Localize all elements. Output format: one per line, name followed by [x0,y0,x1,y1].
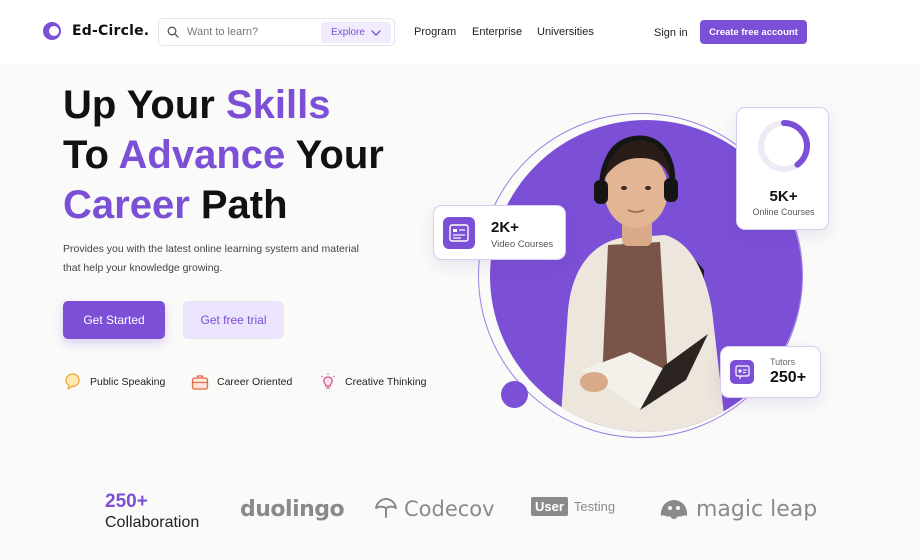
video-courses-count: 2K+ [491,219,519,236]
online-courses-card: 5K+ Online Courses [736,107,829,230]
search-bar: Explore [158,18,395,46]
feature-creative-thinking: Creative Thinking [318,372,427,392]
partner-logo-usertesting: User Testing [531,497,615,516]
online-courses-count: 5K+ [769,188,798,205]
tutors-card: Tutors 250+ [720,346,821,398]
collaboration-label: Collaboration [105,514,200,531]
explore-label: Explore [331,27,365,38]
partner-logo-magicleap: magic leap [658,497,817,522]
nav-link-enterprise[interactable]: Enterprise [472,26,522,38]
video-courses-label: Video Courses [491,239,554,250]
video-courses-card: 2K+ Video Courses [433,205,566,260]
tutor-icon [730,360,754,384]
search-icon [159,19,187,45]
decorative-dot [501,381,528,408]
brand-name: Ed-Circle. [72,23,150,39]
logo-circle-icon [43,22,65,40]
codecov-umbrella-icon [375,498,397,518]
magicleap-blob-icon [660,499,688,519]
video-course-icon [443,217,475,249]
progress-ring [758,120,810,172]
hero-heading: Up Your Skills To Advance Your Career Pa… [63,83,384,227]
hero-description: Provides you with the latest online lear… [63,243,359,274]
tutors-count: 250+ [770,369,807,386]
nav-link-universities[interactable]: Universities [537,26,594,38]
collaboration-count: 250+ [105,491,148,512]
online-courses-label: Online Courses [752,207,815,217]
sign-in-link[interactable]: Sign in [654,27,688,39]
feature-public-speaking: Public Speaking [63,372,165,392]
create-account-button[interactable]: Create free account [700,20,807,44]
briefcase-icon [191,375,209,390]
partner-logo-codecov: Codecov [374,497,495,521]
get-free-trial-button[interactable]: Get free trial [183,301,284,339]
explore-dropdown[interactable]: Explore [321,22,391,43]
brand-logo[interactable]: Ed-Circle. [43,22,149,40]
chevron-down-icon [371,29,381,36]
top-navbar: Ed-Circle. Explore Program Enterprise Un… [0,0,920,64]
tutors-label: Tutors [770,357,796,367]
search-input[interactable] [187,20,317,44]
nav-link-program[interactable]: Program [414,26,456,38]
lightbulb-icon [321,373,335,389]
get-started-button[interactable]: Get Started [63,301,165,339]
feature-career-oriented: Career Oriented [190,372,292,392]
partner-logo-duolingo: duolingo [240,497,345,522]
speech-bubble-icon [65,373,80,390]
